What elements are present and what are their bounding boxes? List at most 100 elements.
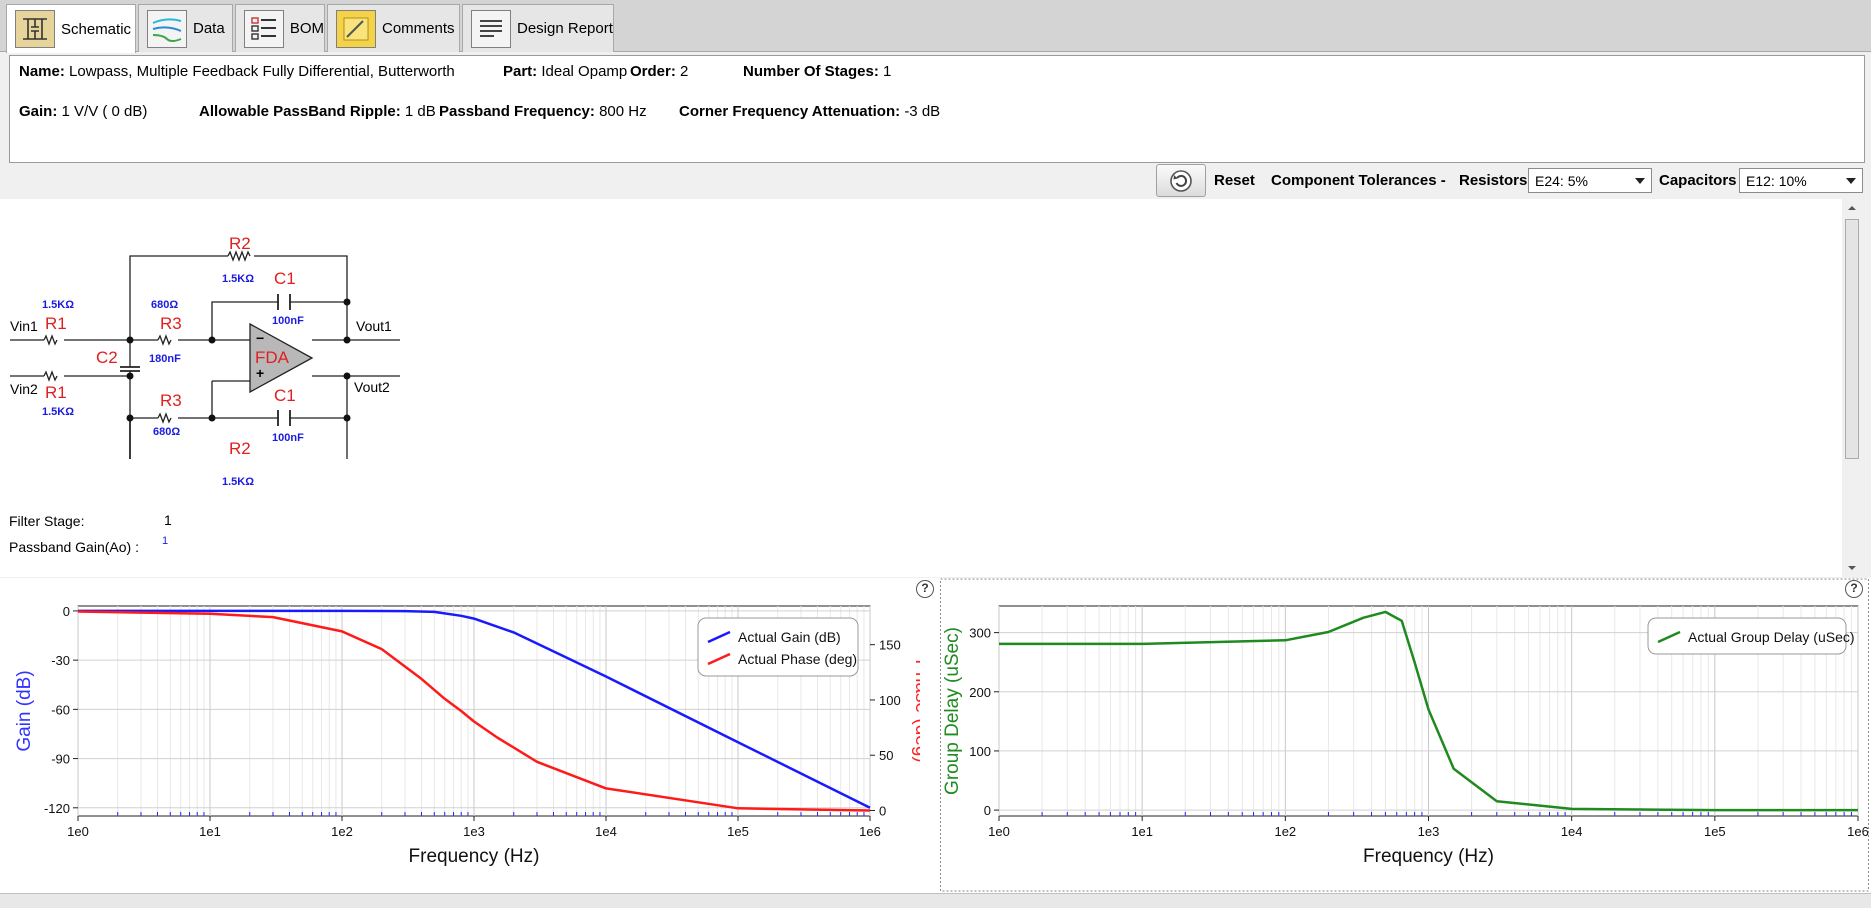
- data-chart-icon: [147, 9, 187, 48]
- y2-tick-label: 150: [879, 638, 901, 653]
- ripple-field: Allowable PassBand Ripple: 1 dB: [199, 103, 436, 120]
- schematic-view: R2 1.5KΩ C1 100nF 1.5KΩ R1 680Ω R3 Vin1 …: [0, 199, 1842, 577]
- filter-designer-window: Schematic Data BOM Comments Design Repor…: [0, 0, 1871, 908]
- y-tick-label: 300: [969, 626, 991, 641]
- report-icon: [471, 9, 511, 48]
- reset-button[interactable]: [1156, 164, 1206, 197]
- x-axis-label: Frequency (Hz): [1363, 846, 1494, 867]
- capacitors-value: E12: 10%: [1746, 173, 1807, 189]
- tab-label: Data: [193, 20, 225, 37]
- tab-comments[interactable]: Comments: [327, 4, 460, 52]
- r2-top-value: 1.5KΩ: [222, 273, 255, 285]
- group-delay-chart: 1e0 1e1 1e2 1e3 1e4 1e5 1e6 0 100 200 300 Frequency…: [940, 578, 1869, 892]
- x-tick-label: 1e6: [859, 824, 881, 839]
- help-icon[interactable]: ?: [916, 580, 934, 598]
- x-tick-label: 1e3: [463, 824, 485, 839]
- c1-bottom-label: C1: [274, 386, 296, 405]
- r2-bottom-value: 1.5KΩ: [222, 476, 255, 488]
- x-tick-label: 1e3: [1418, 824, 1440, 839]
- y-tick-label: 200: [969, 685, 991, 700]
- tab-schematic[interactable]: Schematic: [6, 4, 136, 53]
- r2-bottom-label: R2: [229, 439, 251, 458]
- scroll-down-icon[interactable]: [1842, 561, 1862, 575]
- name-field: Name: Lowpass, Multiple Feedback Fully D…: [19, 63, 455, 80]
- reset-icon: [1170, 169, 1192, 192]
- r2-top-label: R2: [229, 234, 251, 253]
- legend-entry: Actual Phase (deg): [738, 651, 857, 667]
- part-field: Part: Ideal Opamp: [503, 63, 628, 80]
- scrollbar-thumb[interactable]: [1845, 219, 1859, 459]
- vin1-label: Vin1: [10, 318, 38, 334]
- tab-bar: Schematic Data BOM Comments Design Repor…: [0, 0, 1871, 53]
- stages-field: Number Of Stages: 1: [743, 63, 892, 80]
- c1-top-label: C1: [274, 269, 296, 288]
- r1-bottom-label: R1: [45, 383, 67, 402]
- c1-top-value: 100nF: [272, 315, 304, 327]
- y-tick-label: -60: [51, 702, 70, 717]
- tab-label: Comments: [382, 20, 455, 37]
- y-tick-label: -30: [51, 653, 70, 668]
- resistors-value: E24: 5%: [1535, 173, 1588, 189]
- help-icon[interactable]: ?: [1845, 580, 1863, 598]
- passband-field: Passband Frequency: 800 Hz: [439, 103, 647, 120]
- passband-gain-label: Passband Gain(Ao) :: [9, 539, 139, 555]
- tab-bom[interactable]: BOM: [235, 4, 325, 52]
- capacitors-label: Capacitors: [1659, 172, 1737, 189]
- y-tick-label: -120: [44, 801, 70, 816]
- y-tick-label: 0: [984, 803, 991, 818]
- x-tick-label: 1e2: [331, 824, 353, 839]
- vout1-label: Vout1: [356, 318, 392, 334]
- bom-list-icon: [244, 9, 284, 48]
- y-tick-label: 0: [63, 604, 70, 619]
- filter-stage-label: Filter Stage:: [9, 513, 85, 529]
- c2-value: 180nF: [149, 353, 181, 365]
- r3-top-value: 680Ω: [151, 299, 179, 311]
- filter-stage-value: 1: [164, 512, 172, 528]
- r3-bottom-label: R3: [160, 391, 182, 410]
- resistors-dropdown[interactable]: E24: 5%: [1528, 168, 1652, 193]
- passband-gain-value: 1: [162, 535, 169, 547]
- capacitors-dropdown[interactable]: E12: 10%: [1739, 168, 1863, 193]
- x-tick-label: 1e4: [595, 824, 617, 839]
- schematic-icon: [15, 10, 55, 48]
- x-tick-label: 1e1: [199, 824, 221, 839]
- y2-axis-label: Phase (deg): [911, 659, 920, 763]
- gain-phase-chart: 1e0 1e1 1e2 1e3 1e4 1e5 1e6 0 -30 -60 -90 -120 0 50 10…: [14, 604, 920, 867]
- y-axis-label: Gain (dB): [14, 670, 35, 751]
- r1-top-value: 1.5KΩ: [42, 299, 75, 311]
- comments-note-icon: [336, 9, 376, 48]
- y2-tick-label: 100: [879, 693, 901, 708]
- tab-data[interactable]: Data: [138, 4, 233, 52]
- reset-label[interactable]: Reset: [1214, 172, 1255, 189]
- tab-label: BOM: [289, 20, 324, 37]
- x-tick-label: 1e0: [67, 824, 89, 839]
- x-tick-label: 1e5: [727, 824, 749, 839]
- inverting-input-sign: −: [256, 330, 265, 346]
- status-strip: [0, 893, 1871, 908]
- tab-label: Schematic: [61, 20, 132, 38]
- chevron-down-icon: [1635, 178, 1645, 184]
- x-tick-label: 1e0: [988, 824, 1010, 839]
- tab-design-report[interactable]: Design Report: [462, 4, 614, 52]
- vin2-label: Vin2: [10, 381, 38, 397]
- x-tick-label: 1e1: [1131, 824, 1153, 839]
- r3-top-label: R3: [160, 314, 182, 333]
- x-tick-label: 1e6: [1847, 824, 1869, 839]
- legend-entry: Actual Group Delay (uSec): [1688, 629, 1855, 645]
- r1-bottom-value: 1.5KΩ: [42, 406, 75, 418]
- y2-tick-label: 0: [879, 803, 886, 818]
- r3-bottom-value: 680Ω: [153, 426, 181, 438]
- r1-top-label: R1: [45, 314, 67, 333]
- filter-info-panel: Name: Lowpass, Multiple Feedback Fully D…: [9, 55, 1865, 163]
- scroll-up-icon[interactable]: [1842, 201, 1862, 215]
- y2-tick-label: 50: [879, 748, 893, 763]
- charts-area: 1e0 1e1 1e2 1e3 1e4 1e5 1e6 0 -30 -60 -90 -120 0 50 10…: [0, 578, 1871, 893]
- gain-field: Gain: 1 V/V ( 0 dB): [19, 103, 148, 120]
- schematic-scrollbar[interactable]: [1842, 199, 1862, 577]
- y-tick-label: 100: [969, 744, 991, 759]
- noninverting-input-sign: +: [256, 365, 265, 381]
- y-axis-label: Group Delay (uSec): [942, 627, 963, 795]
- tolerances-label: Component Tolerances -: [1271, 172, 1446, 189]
- vout2-label: Vout2: [354, 379, 390, 395]
- legend-box: [697, 617, 859, 677]
